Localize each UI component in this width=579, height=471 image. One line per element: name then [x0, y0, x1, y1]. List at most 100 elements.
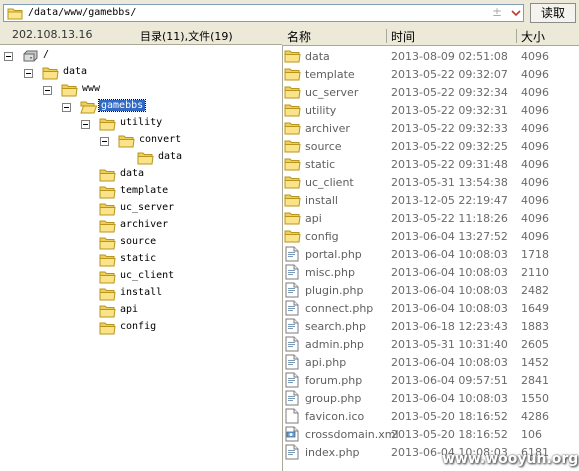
- file-time: 2013-06-04 10:08:03: [391, 284, 508, 297]
- folder-icon: [284, 67, 301, 84]
- collapse-toggle[interactable]: [24, 69, 33, 78]
- tree-node-label[interactable]: gamebbs: [97, 99, 147, 112]
- column-name[interactable]: 名称: [287, 28, 311, 45]
- file-time: 2013-05-22 09:31:48: [391, 158, 508, 171]
- tree-node[interactable]: uc_server: [0, 201, 280, 217]
- list-item[interactable]: config 2013-06-04 13:27:52 4096: [283, 227, 579, 245]
- file-size: 4096: [521, 194, 549, 207]
- tree-node-label[interactable]: data: [118, 168, 146, 179]
- tree-node-label[interactable]: source: [118, 236, 158, 247]
- tree-node[interactable]: data: [0, 150, 280, 166]
- status-bar: 202.108.13.16 目录(11),文件(19): [0, 27, 282, 45]
- tree-node-label[interactable]: uc_server: [118, 202, 176, 213]
- folder-icon: [99, 304, 116, 321]
- tree-node[interactable]: uc_client: [0, 269, 280, 285]
- list-item[interactable]: static 2013-05-22 09:31:48 4096: [283, 155, 579, 173]
- tree-node-label[interactable]: template: [118, 185, 170, 196]
- path-combobox[interactable]: /data/www/gamebbs/ ±: [3, 4, 524, 22]
- collapse-toggle[interactable]: [62, 103, 71, 112]
- file-name: template: [305, 68, 355, 81]
- history-toggle[interactable]: ±: [492, 5, 502, 19]
- list-item[interactable]: uc_client 2013-05-31 13:54:38 4096: [283, 173, 579, 191]
- list-item[interactable]: utility 2013-05-22 09:32:31 4096: [283, 101, 579, 119]
- file-time: 2013-06-04 10:08:03: [391, 356, 508, 369]
- folder-icon: [99, 202, 116, 219]
- tree-node[interactable]: utility: [0, 116, 280, 132]
- file-name: uc_client: [305, 176, 354, 189]
- tree-node[interactable]: convert: [0, 133, 280, 149]
- chevron-down-icon[interactable]: [509, 6, 523, 20]
- column-time[interactable]: 时间: [391, 28, 415, 45]
- file-size: 106: [521, 428, 542, 441]
- list-item[interactable]: favicon.ico 2013-05-20 18:16:52 4286: [283, 407, 579, 425]
- file-name: archiver: [305, 122, 350, 135]
- tree-node-label[interactable]: api: [118, 304, 140, 315]
- column-size[interactable]: 大小: [521, 28, 545, 45]
- list-item[interactable]: crossdomain.xml 2013-05-20 18:16:52 106: [283, 425, 579, 443]
- tree-node[interactable]: api: [0, 303, 280, 319]
- tree-node[interactable]: gamebbs: [0, 99, 280, 115]
- path-input[interactable]: /data/www/gamebbs/: [28, 7, 136, 18]
- read-button[interactable]: 读取: [530, 3, 576, 23]
- list-item[interactable]: data 2013-08-09 02:51:08 4096: [283, 47, 579, 65]
- list-item[interactable]: api 2013-05-22 11:18:26 4096: [283, 209, 579, 227]
- tree-node-label[interactable]: convert: [137, 134, 183, 145]
- collapse-toggle[interactable]: [81, 120, 90, 129]
- list-item[interactable]: connect.php 2013-06-04 10:08:03 1649: [283, 299, 579, 317]
- list-item[interactable]: forum.php 2013-06-04 09:57:51 2841: [283, 371, 579, 389]
- file-size: 2605: [521, 338, 549, 351]
- folder-icon: [99, 321, 116, 338]
- tree-node[interactable]: www: [0, 82, 280, 98]
- tree-node-label[interactable]: data: [156, 151, 184, 162]
- tree-node-label[interactable]: archiver: [118, 219, 170, 230]
- tree-node-label[interactable]: data: [61, 66, 89, 77]
- tree-node[interactable]: data: [0, 65, 280, 81]
- list-item[interactable]: admin.php 2013-05-31 10:31:40 2605: [283, 335, 579, 353]
- list-item[interactable]: install 2013-12-05 22:19:47 4096: [283, 191, 579, 209]
- list-item[interactable]: group.php 2013-06-04 10:08:03 1550: [283, 389, 579, 407]
- file-name: api.php: [305, 356, 347, 369]
- folder-icon: [284, 193, 301, 210]
- file-name: utility: [305, 104, 337, 117]
- list-item[interactable]: uc_server 2013-05-22 09:32:34 4096: [283, 83, 579, 101]
- folder-icon: [99, 219, 116, 236]
- tree-node-label[interactable]: /: [41, 49, 51, 60]
- tree-node[interactable]: data: [0, 167, 280, 183]
- list-item[interactable]: source 2013-05-22 09:32:25 4096: [283, 137, 579, 155]
- list-item[interactable]: template 2013-05-22 09:32:07 4096: [283, 65, 579, 83]
- collapse-toggle[interactable]: [4, 52, 13, 61]
- list-item[interactable]: plugin.php 2013-06-04 10:08:03 2482: [283, 281, 579, 299]
- tree-node-label[interactable]: www: [80, 83, 102, 94]
- file-time: 2013-05-22 09:32:07: [391, 68, 508, 81]
- file-size: 4286: [521, 410, 549, 423]
- file-size: 4096: [521, 176, 549, 189]
- file-size: 1718: [521, 248, 549, 261]
- file-time: 2013-05-20 18:16:52: [391, 428, 508, 441]
- tree-node-label[interactable]: utility: [118, 117, 164, 128]
- tree-node-label[interactable]: config: [118, 321, 158, 332]
- tree-node-label[interactable]: uc_client: [118, 270, 176, 281]
- collapse-toggle[interactable]: [100, 137, 109, 146]
- folder-icon: [284, 157, 301, 174]
- tree-node[interactable]: static: [0, 252, 280, 268]
- file-size: 4096: [521, 158, 549, 171]
- tree-node[interactable]: archiver: [0, 218, 280, 234]
- tree-node[interactable]: install: [0, 286, 280, 302]
- list-item[interactable]: archiver 2013-05-22 09:32:33 4096: [283, 119, 579, 137]
- column-divider[interactable]: [386, 29, 387, 43]
- list-item[interactable]: search.php 2013-06-18 12:23:43 1883: [283, 317, 579, 335]
- tree-node-label[interactable]: static: [118, 253, 158, 264]
- tree-node[interactable]: config: [0, 320, 280, 336]
- list-item[interactable]: portal.php 2013-06-04 10:08:03 1718: [283, 245, 579, 263]
- tree-node-label[interactable]: install: [118, 287, 164, 298]
- tree-node[interactable]: /: [0, 48, 280, 64]
- tree-node[interactable]: template: [0, 184, 280, 200]
- column-divider[interactable]: [516, 29, 517, 43]
- folder-icon: [99, 168, 116, 185]
- list-item[interactable]: misc.php 2013-06-04 10:08:03 2110: [283, 263, 579, 281]
- collapse-toggle[interactable]: [43, 86, 52, 95]
- tree-node[interactable]: source: [0, 235, 280, 251]
- folder-icon: [99, 253, 116, 270]
- list-item[interactable]: api.php 2013-06-04 10:08:03 1452: [283, 353, 579, 371]
- folder-icon: [284, 103, 301, 120]
